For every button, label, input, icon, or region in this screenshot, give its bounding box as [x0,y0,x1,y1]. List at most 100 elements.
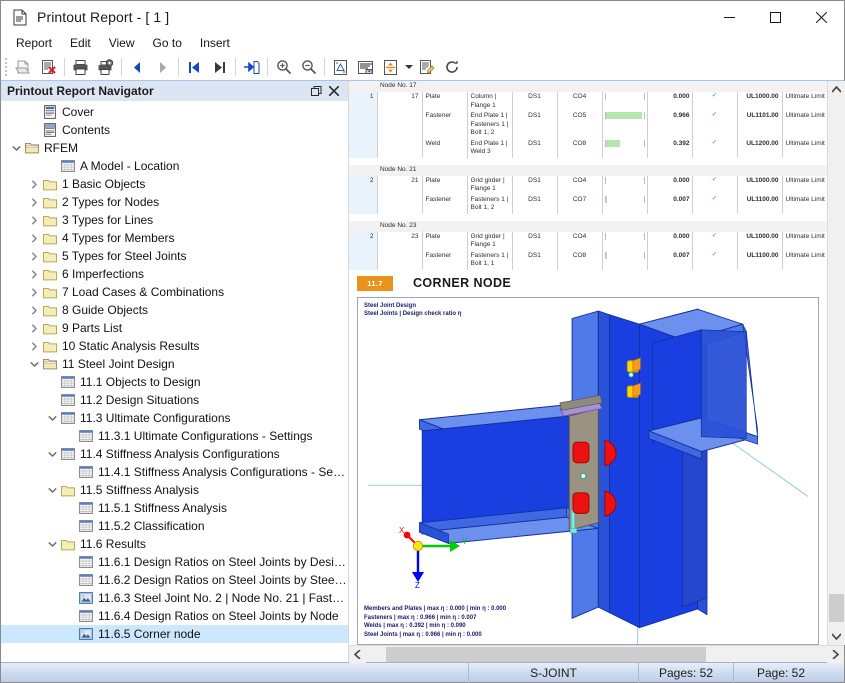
chevron-right-icon[interactable] [27,229,41,247]
zoom-in-icon[interactable] [271,55,296,79]
first-page-icon[interactable] [182,55,207,79]
chevron-down-icon[interactable] [45,535,59,553]
tree-item[interactable]: 11.6.4 Design Ratios on Steel Joints by … [1,607,348,625]
zoom-out-icon[interactable] [296,55,321,79]
header-footer-icon[interactable] [353,55,378,79]
next-page-icon[interactable] [150,55,175,79]
print-icon[interactable] [68,55,93,79]
table-row[interactable]: 2 23 Plate Grid girder | Flange 1 DS1 CO4 0.00… [349,231,827,251]
chevron-right-icon[interactable] [27,301,41,319]
horizontal-scroll-thumb[interactable] [386,646,706,662]
chevron-right-icon[interactable] [27,247,41,265]
vertical-scroll-thumb[interactable] [828,594,844,622]
printout-report-window: Printout Report - [ 1 ] Report Edit View… [0,0,845,683]
tree-item[interactable]: 11.5 Stiffness Analysis [1,481,348,499]
tree-item[interactable]: 11.4.1 Stiffness Analysis Configurations… [1,463,348,481]
tree-item[interactable]: 11.3.1 Ultimate Configurations - Setting… [1,427,348,445]
table-row[interactable]: Fastener Fasteners 1 | Bolt 1, 2 DS1 CO7 0.0… [349,194,827,214]
tree-item[interactable]: 11.6 Results [1,535,348,553]
navigator-tree[interactable]: Cover Contents RFEM A Model - Location 1 Bas… [1,101,348,662]
group-row-spacer [349,81,377,92]
tree-item[interactable]: 5 Types for Steel Joints [1,247,348,265]
tree-item[interactable]: 2 Types for Nodes [1,193,348,211]
vertical-scroll-track[interactable] [827,98,845,628]
chevron-down-icon[interactable] [45,445,59,463]
page-setup-icon[interactable] [328,55,353,79]
cell-limit-state: Ultimate Limit [785,232,825,240]
chevron-right-icon[interactable] [27,175,41,193]
document-vertical-scrollbar[interactable] [827,81,845,645]
scroll-left-button[interactable] [349,645,366,663]
menu-report[interactable]: Report [7,33,61,53]
scroll-down-button[interactable] [827,628,845,645]
close-icon[interactable] [326,83,342,99]
chevron-right-icon[interactable] [27,265,41,283]
tree-item[interactable]: 11.5.2 Classification [1,517,348,535]
tree-item[interactable]: 11.6.1 Design Ratios on Steel Joints by … [1,553,348,571]
tree-item[interactable]: 8 Guide Objects [1,301,348,319]
tree-item[interactable]: 7 Load Cases & Combinations [1,283,348,301]
table-row[interactable]: Weld End Plate 1 | Weld 3 DS1 CO8 0.392 ✓ UL12… [349,138,827,158]
tree-item[interactable]: Contents [1,121,348,139]
tree-item[interactable]: 1 Basic Objects [1,175,348,193]
menu-view[interactable]: View [100,33,144,53]
chevron-right-icon[interactable] [27,319,41,337]
minimize-button[interactable] [706,1,752,33]
chevron-down-icon[interactable] [45,409,59,427]
last-page-icon[interactable] [207,55,232,79]
steel-joint-figure[interactable]: Steel Joint Design Steel Joints | Design… [357,296,819,645]
tree-item[interactable]: 11.1 Objects to Design [1,373,348,391]
maximize-button[interactable] [752,1,798,33]
tree-item[interactable]: 11.2 Design Situations [1,391,348,409]
table-row[interactable]: 2 21 Plate Grid girder | Flange 1 DS1 CO4 0.00… [349,175,827,195]
chevron-down-icon[interactable] [45,481,59,499]
scroll-up-button[interactable] [827,81,845,98]
menu-edit[interactable]: Edit [61,33,100,53]
document-horizontal-scrollbar[interactable] [349,645,844,663]
open-report-icon[interactable] [11,55,36,79]
tree-item[interactable]: 11.6.5 Corner node [1,625,348,643]
tree-item[interactable]: 11 Steel Joint Design [1,355,348,373]
previous-page-icon[interactable] [125,55,150,79]
menu-goto[interactable]: Go to [144,33,191,53]
tree-item[interactable]: 4 Types for Members [1,229,348,247]
tree-item[interactable]: 11.3 Ultimate Configurations [1,409,348,427]
chevron-right-icon[interactable] [27,283,41,301]
tree-item[interactable]: 9 Parts List [1,319,348,337]
chevron-down-icon[interactable] [9,139,23,157]
report-page-canvas[interactable]: Node No. 17 1 17 Plate Column | Flange 1 DS1 C… [349,81,827,645]
chevron-down-icon[interactable] [403,55,414,79]
tree-item[interactable]: Cover [1,103,348,121]
chevron-right-icon[interactable] [27,193,41,211]
tree-item[interactable]: 11.4 Stiffness Analysis Configurations [1,445,348,463]
export-page-icon[interactable] [239,55,264,79]
tree-item[interactable]: 6 Imperfections [1,265,348,283]
horizontal-scroll-track[interactable] [366,646,827,663]
table-row[interactable]: Fastener End Plate 1 | Fasteners 1 | Bolt… [349,111,827,139]
chevron-right-icon[interactable] [27,211,41,229]
tree-item[interactable]: 3 Types for Lines [1,211,348,229]
chevron-down-icon[interactable] [27,355,41,373]
table-row[interactable]: 1 17 Plate Column | Flange 1 DS1 CO4 0.000 ✓ UL1… [349,92,827,111]
refresh-icon[interactable] [439,55,464,79]
tree-item[interactable]: 11.6.2 Design Ratios on Steel Joints by … [1,571,348,589]
table-row[interactable]: Fastener Fasteners 1 | Bolt 1, 1 DS1 CO8 0.0… [349,250,827,270]
menu-insert[interactable]: Insert [191,33,239,53]
tree-item[interactable]: A Model - Location [1,157,348,175]
close-button[interactable] [798,1,844,33]
folder-icon [41,211,59,229]
edit-report-icon[interactable] [414,55,439,79]
tree-item[interactable]: 11.5.1 Stiffness Analysis [1,499,348,517]
report-selection-icon[interactable] [378,55,403,79]
cell-limit-state: Ultimate Limit [785,112,825,119]
delete-report-icon[interactable] [36,55,61,79]
toolbar-grip[interactable] [3,57,10,77]
scroll-right-button[interactable] [827,645,844,663]
tree-item[interactable]: 10 Static Analysis Results [1,337,348,355]
float-icon[interactable] [308,83,324,99]
tree-item[interactable]: RFEM [1,139,348,157]
tree-item[interactable]: 11.6.3 Steel Joint No. 2 | Node No. 21 |… [1,589,348,607]
resize-grip[interactable] [828,663,844,683]
print-settings-icon[interactable] [93,55,118,79]
chevron-right-icon[interactable] [27,337,41,355]
